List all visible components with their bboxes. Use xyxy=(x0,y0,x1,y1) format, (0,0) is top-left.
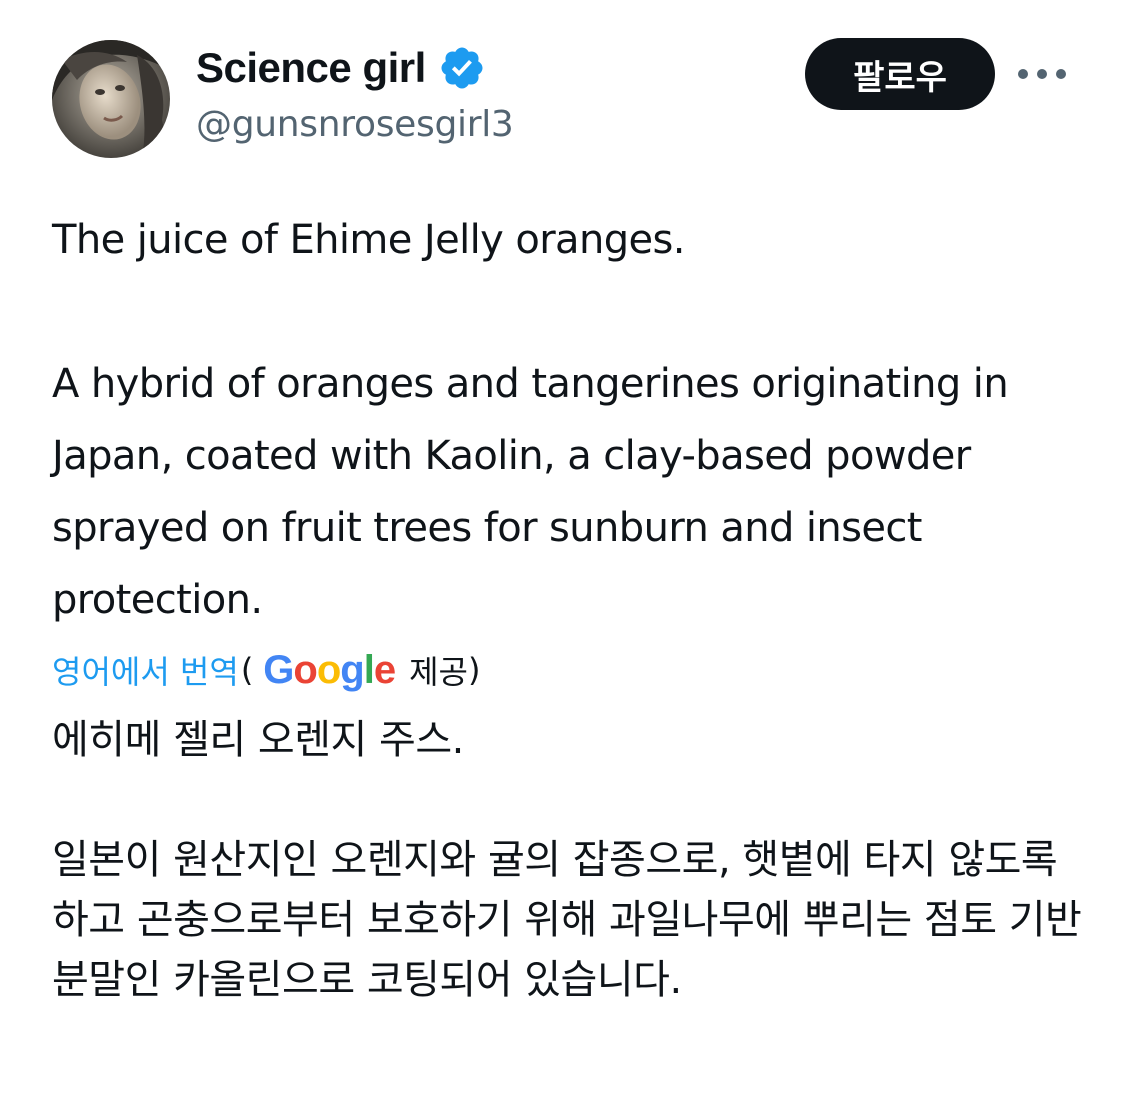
translation-attribution: 영어에서 번역 ( Google 제공 ) xyxy=(52,642,480,698)
translate-link[interactable]: 영어에서 번역 xyxy=(52,647,239,693)
more-options-button[interactable] xyxy=(1010,50,1074,98)
more-dots-icon xyxy=(1018,69,1066,79)
google-logo-text: Google xyxy=(263,647,396,692)
follow-button[interactable]: 팔로우 xyxy=(805,38,995,110)
author-name-row[interactable]: Science girl xyxy=(196,42,486,94)
translated-tweet-text: 에히메 젤리 오렌지 주스. 일본이 원산지인 오렌지와 귤의 잡종으로, 햇볕… xyxy=(52,717,1082,1003)
verified-badge-icon xyxy=(441,47,483,89)
author-handle[interactable]: @gunsnrosesgirl3 xyxy=(196,104,514,145)
avatar-image xyxy=(52,40,170,158)
tweet-text: The juice of Ehime Jelly oranges. A hybr… xyxy=(52,217,1009,623)
display-name[interactable]: Science girl xyxy=(196,44,426,92)
translation-close-paren: ) xyxy=(468,651,481,689)
translation-open-paren: ( xyxy=(240,651,254,689)
provided-by-label: 제공 xyxy=(409,653,468,691)
google-logo: Google xyxy=(263,647,396,693)
avatar[interactable] xyxy=(52,40,170,158)
